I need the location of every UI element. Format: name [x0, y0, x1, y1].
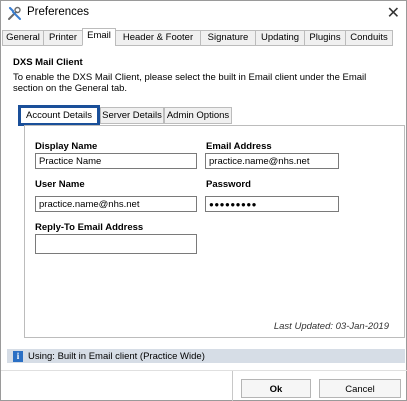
- window-title: Preferences: [27, 6, 90, 18]
- section-heading: DXS Mail Client: [13, 57, 83, 68]
- preferences-window: Preferences ✕ General Printer Email Head…: [0, 0, 407, 401]
- preferences-tabs: General Printer Email Header & Footer Si…: [2, 28, 406, 46]
- password-label: Password: [206, 179, 251, 190]
- last-updated-text: Last Updated: 03-Jan-2019: [273, 321, 389, 332]
- info-icon: i: [13, 351, 23, 362]
- user-name-label: User Name: [35, 179, 85, 190]
- tab-plugins[interactable]: Plugins: [304, 30, 346, 46]
- section-description: To enable the DXS Mail Client, please se…: [13, 72, 367, 94]
- tab-conduits[interactable]: Conduits: [345, 30, 393, 46]
- tab-header-footer[interactable]: Header & Footer: [115, 30, 201, 46]
- reply-to-field[interactable]: [35, 234, 197, 254]
- reply-to-label: Reply-To Email Address: [35, 222, 144, 233]
- cancel-button[interactable]: Cancel: [319, 379, 401, 398]
- display-name-field[interactable]: [35, 153, 197, 169]
- status-text: Using: Built in Email client (Practice W…: [28, 351, 205, 362]
- subtab-server-details[interactable]: Server Details: [100, 107, 164, 124]
- ok-button[interactable]: Ok: [241, 379, 311, 398]
- button-divider: [232, 371, 233, 401]
- tab-signature[interactable]: Signature: [200, 30, 256, 46]
- user-name-field[interactable]: [35, 196, 197, 212]
- tools-icon: [8, 6, 21, 20]
- close-icon[interactable]: ✕: [387, 3, 400, 23]
- subtab-account-details[interactable]: Account Details: [18, 105, 100, 126]
- tab-general[interactable]: General: [2, 30, 44, 46]
- footer-divider: [1, 370, 407, 371]
- email-address-label: Email Address: [206, 141, 272, 152]
- tab-printer[interactable]: Printer: [43, 30, 83, 46]
- title-bar: Preferences ✕: [1, 1, 406, 25]
- password-field[interactable]: [205, 196, 339, 212]
- tab-updating[interactable]: Updating: [255, 30, 305, 46]
- display-name-label: Display Name: [35, 141, 98, 152]
- email-address-field[interactable]: [205, 153, 339, 169]
- subtab-admin-options[interactable]: Admin Options: [164, 107, 232, 124]
- tab-email[interactable]: Email: [82, 28, 116, 46]
